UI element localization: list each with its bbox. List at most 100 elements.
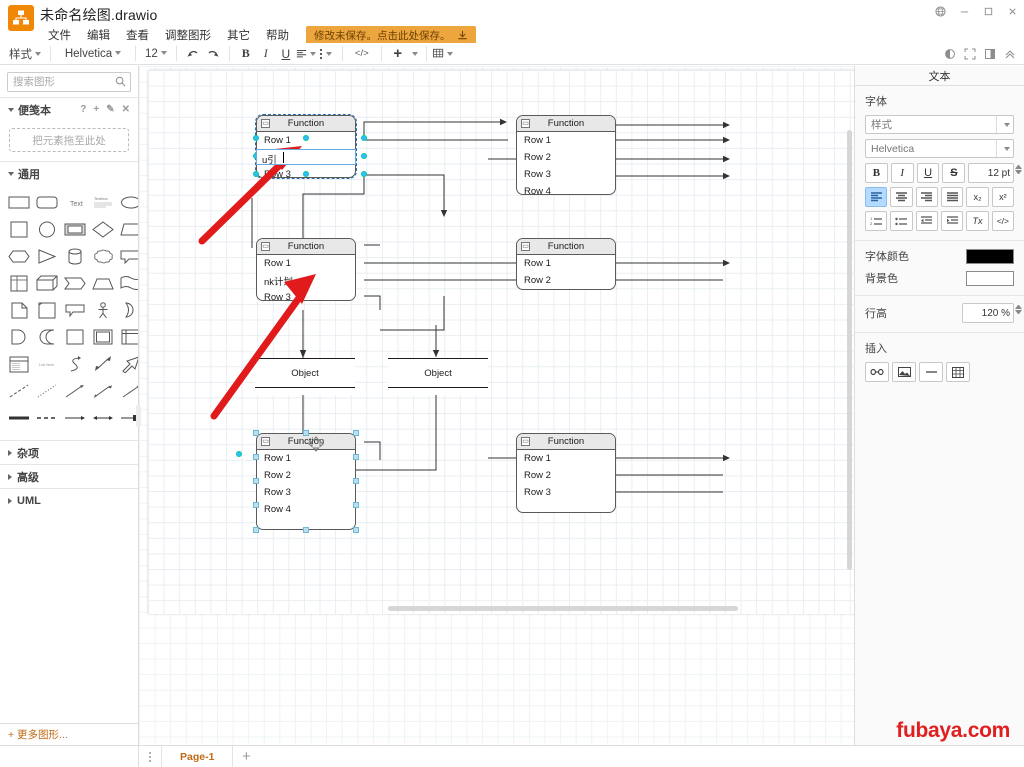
handle-row2-e[interactable] [353, 502, 359, 508]
shape-textbox[interactable]: Textbox [90, 191, 116, 213]
shape-function-4[interactable]: ▭ Function Row 1 Row 2 [516, 238, 616, 290]
sidebar-section-scratchpad[interactable]: 便笺本 ? + ✎ ✕ [0, 97, 138, 121]
function-2-row-1[interactable]: Row 1 [517, 132, 615, 149]
more-shapes-button[interactable]: + 更多图形... [0, 723, 138, 745]
line-dashed-2[interactable] [34, 407, 60, 429]
table-button[interactable] [432, 45, 453, 63]
align-justify-button[interactable] [940, 187, 964, 207]
function-5-row-1[interactable]: Row 1 [257, 450, 355, 467]
shape-note[interactable] [34, 299, 60, 321]
bulleted-list-button[interactable] [890, 211, 913, 231]
function-5-row-2[interactable]: Row 2 [257, 467, 355, 484]
close-icon[interactable] [1000, 0, 1024, 22]
menu-file[interactable]: 文件 [40, 25, 79, 45]
line-double-arrow[interactable] [90, 380, 116, 402]
handle-mid-3[interactable] [303, 171, 309, 177]
shape-wave[interactable] [118, 272, 138, 294]
shape-square[interactable] [6, 218, 32, 240]
handle-left-1[interactable] [253, 135, 259, 141]
shape-rounded-rect[interactable] [34, 191, 60, 213]
shape-cube[interactable] [34, 272, 60, 294]
line-dotted[interactable] [34, 380, 60, 402]
function-4-header[interactable]: ▭ Function [517, 239, 615, 255]
collapse-toolbar-icon[interactable] [1000, 45, 1020, 63]
maximize-icon[interactable] [976, 0, 1000, 22]
menu-help[interactable]: 帮助 [258, 25, 297, 45]
line-height-field[interactable]: 120 % [962, 303, 1022, 323]
insert-image-button[interactable] [892, 362, 916, 382]
toolbar-font-family[interactable]: Helvetica [57, 47, 129, 61]
handle-row2-w[interactable] [253, 502, 259, 508]
underline-button[interactable]: U [916, 163, 940, 183]
toolbar-font-size[interactable]: 12 [142, 47, 170, 61]
scratchpad-help-icon[interactable]: ? [80, 104, 86, 115]
shape-trapezoid[interactable] [90, 272, 116, 294]
shape-block-arrow[interactable] [118, 353, 138, 375]
hover-dot-left[interactable] [236, 451, 242, 457]
text-style-select[interactable]: 样式 [865, 115, 1014, 134]
shape-crescent[interactable] [34, 326, 60, 348]
shape-double-box[interactable] [90, 326, 116, 348]
language-globe-icon[interactable] [928, 0, 952, 22]
clear-formatting-button[interactable]: Tx [966, 211, 989, 231]
shape-step[interactable] [62, 272, 88, 294]
strikethrough-button[interactable]: S [942, 163, 966, 183]
function-2-header[interactable]: ▭ Function [517, 116, 615, 132]
menu-edit[interactable]: 编辑 [79, 25, 118, 45]
handle-se[interactable] [353, 527, 359, 533]
diagram-canvas[interactable]: ▭ Function Row 1 u引 Row 3 u引 [139, 66, 854, 745]
font-family-select[interactable]: Helvetica [865, 139, 1014, 158]
function-3-row-3[interactable]: Row 3 [257, 289, 355, 300]
bold-button[interactable]: B [236, 45, 256, 63]
shape-hexagon[interactable] [6, 245, 32, 267]
shape-d-shape[interactable] [6, 326, 32, 348]
add-page-button[interactable]: + [233, 748, 259, 765]
collapse-icon[interactable]: ▭ [521, 437, 530, 446]
function-6-header[interactable]: ▭ Function [517, 434, 615, 450]
shape-parallelogram[interactable] [118, 218, 138, 240]
edit-code-button[interactable]: </> [349, 45, 375, 63]
sidebar-section-misc[interactable]: 杂项 [0, 440, 138, 464]
line-thick[interactable] [6, 407, 32, 429]
subscript-button[interactable]: x₂ [966, 187, 989, 207]
more-options-button[interactable] [316, 45, 336, 63]
shape-callout[interactable] [118, 245, 138, 267]
minimize-icon[interactable] [952, 0, 976, 22]
line-height-stepper[interactable] [1015, 305, 1022, 314]
shape-function-1[interactable]: ▭ Function Row 1 u引 Row 3 [255, 114, 357, 179]
shape-cylinder[interactable] [62, 245, 88, 267]
sidebar-resize-handle[interactable] [136, 405, 141, 427]
insert-link-button[interactable] [865, 362, 889, 382]
menu-extras[interactable]: 其它 [219, 25, 258, 45]
collapse-icon[interactable]: ▭ [261, 437, 270, 446]
shape-curved-arrow[interactable] [62, 353, 88, 375]
sidebar-section-advanced[interactable]: 高级 [0, 464, 138, 488]
function-6-row-1[interactable]: Row 1 [517, 450, 615, 467]
handle-right-2[interactable] [361, 153, 367, 159]
shape-function-3[interactable]: ▭ Function Row 1 nk计划 Row 3 [256, 238, 356, 301]
handle-nw[interactable] [253, 430, 259, 436]
vertical-scrollbar[interactable] [847, 130, 852, 570]
insert-dropdown-icon[interactable] [408, 45, 420, 63]
outdent-button[interactable] [915, 211, 938, 231]
align-left-button[interactable] [865, 187, 888, 207]
toolbar-style-dropdown[interactable]: 样式 [6, 45, 44, 63]
function-4-row-2[interactable]: Row 2 [517, 272, 615, 289]
handle-row-e[interactable] [353, 454, 359, 460]
italic-button[interactable]: I [256, 45, 276, 63]
scratchpad-close-icon[interactable]: ✕ [122, 104, 130, 115]
shape-rectangle[interactable] [6, 191, 32, 213]
line-arrow-plain[interactable] [118, 380, 138, 402]
insert-shape-button[interactable]: + [388, 45, 408, 63]
font-size-stepper[interactable] [1015, 165, 1023, 174]
horizontal-scrollbar[interactable] [388, 606, 738, 611]
insert-hr-button[interactable] [919, 362, 943, 382]
font-color-swatch[interactable] [966, 248, 1014, 264]
sidebar-section-uml[interactable]: UML [0, 488, 138, 512]
menu-arrange[interactable]: 调整图形 [157, 25, 219, 45]
shape-double-arrow[interactable] [90, 353, 116, 375]
shape-speech-bubble[interactable] [62, 299, 88, 321]
sidebar-section-general[interactable]: 通用 [0, 161, 138, 185]
function-2-row-3[interactable]: Row 3 [517, 166, 615, 183]
function-2-row-4[interactable]: Row 4 [517, 183, 615, 194]
